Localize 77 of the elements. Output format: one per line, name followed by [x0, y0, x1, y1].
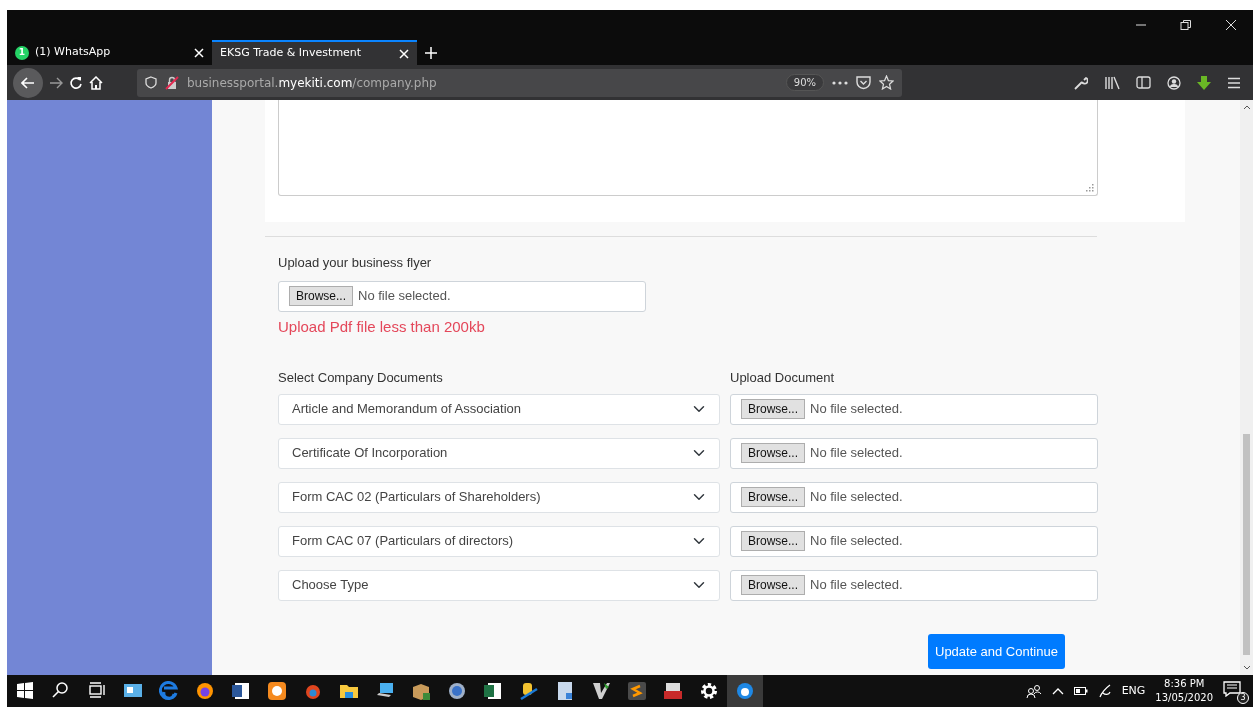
document-type-dropdown[interactable]: Article and Memorandum of Association — [278, 393, 720, 425]
file-status-text: No file selected. — [810, 400, 903, 419]
file-status-text: No file selected. — [810, 444, 903, 463]
back-arrow-icon — [21, 76, 35, 89]
browser-tab[interactable]: 1 (1) WhatsApp — [7, 40, 212, 65]
file-status-text: No file selected. — [810, 576, 903, 595]
language-indicator[interactable]: ENG — [1121, 682, 1146, 700]
insecure-lock-icon — [165, 75, 179, 90]
scroll-up-icon[interactable] — [1242, 104, 1251, 110]
people-icon[interactable] — [1025, 684, 1042, 698]
file-status-text: No file selected. — [810, 488, 903, 507]
reload-icon[interactable] — [69, 75, 83, 90]
more-dots-icon[interactable] — [832, 80, 848, 85]
file-input-field[interactable]: Browse... No file selected. — [730, 569, 1098, 601]
library-icon[interactable] — [1104, 75, 1120, 90]
document-viewer-icon[interactable] — [555, 681, 575, 701]
star-icon[interactable] — [879, 75, 894, 90]
field-label: Upload Document — [730, 369, 835, 387]
resize-grip-icon[interactable] — [1086, 184, 1094, 192]
menu-icon[interactable] — [1227, 76, 1241, 89]
browse-button[interactable]: Browse... — [741, 399, 805, 419]
toolbox-icon[interactable] — [663, 681, 683, 701]
notification-count-badge: 3 — [1237, 692, 1249, 704]
address-bar[interactable]: businessportal.myekiti.com/company.php 90% — [137, 68, 902, 97]
forward-arrow-icon[interactable] — [49, 76, 63, 89]
tab-title: (1) WhatsApp — [35, 44, 112, 61]
file-input-field[interactable]: Browse... No file selected. — [730, 481, 1098, 513]
field-label: Upload your business flyer — [278, 254, 433, 272]
browser-e-icon[interactable] — [159, 681, 179, 701]
scrollbar[interactable] — [1240, 100, 1253, 675]
battery-icon[interactable] — [1073, 687, 1088, 695]
document-type-dropdown[interactable]: Form CAC 07 (Particulars of directors) — [278, 525, 720, 557]
restore-icon[interactable] — [1178, 19, 1193, 31]
close-icon[interactable] — [194, 47, 204, 58]
browse-button[interactable]: Browse... — [741, 531, 805, 551]
hint-text: Upload Pdf file less than 200kb — [278, 316, 486, 337]
browse-button[interactable]: Browse... — [741, 443, 805, 463]
sidebar-icon[interactable] — [1136, 76, 1151, 89]
new-tab-icon[interactable] — [425, 46, 437, 59]
shield-icon — [145, 76, 157, 89]
update-continue-button[interactable]: Update and Continue — [928, 633, 1065, 669]
document-type-dropdown[interactable]: Certificate Of Incorporation — [278, 437, 720, 469]
clock-time[interactable]: 8:36 PM — [1155, 677, 1213, 691]
file-status-text: No file selected. — [358, 287, 451, 306]
task-view-icon[interactable] — [87, 681, 107, 701]
browse-button[interactable]: Browse... — [289, 286, 353, 306]
download-arrow-icon[interactable] — [1197, 75, 1211, 90]
document-type-dropdown[interactable]: Choose Type — [278, 569, 720, 601]
scrollbar-thumb[interactable] — [1243, 434, 1250, 655]
file-status-text: No file selected. — [810, 532, 903, 551]
pen-icon[interactable] — [1097, 684, 1112, 698]
close-icon[interactable] — [1223, 19, 1238, 31]
package-box-icon[interactable] — [411, 681, 431, 701]
field-label: Select Company Documents — [278, 369, 444, 387]
start-windows-icon[interactable] — [15, 681, 35, 701]
pocket-icon[interactable] — [856, 75, 871, 90]
browser-tab[interactable]: EKSG Trade & Investment — [212, 40, 417, 65]
account-icon[interactable] — [1167, 75, 1181, 90]
notification-center-icon[interactable] — [1223, 681, 1241, 697]
close-icon[interactable] — [399, 48, 409, 59]
gear-icon[interactable] — [699, 681, 719, 701]
back-button[interactable] — [13, 67, 43, 98]
zoom-level-button[interactable]: 90% — [785, 74, 824, 91]
browse-button[interactable]: Browse... — [741, 487, 805, 507]
file-input-field[interactable]: Browse... No file selected. — [730, 437, 1098, 469]
clock-date[interactable]: 13/05/2020 — [1155, 691, 1213, 705]
tab-title: EKSG Trade & Investment — [220, 45, 363, 62]
file-input-field[interactable]: Browse... No file selected. — [730, 525, 1098, 557]
notification-badge: 1 — [15, 45, 29, 60]
scroll-down-icon[interactable] — [1242, 665, 1251, 671]
home-icon[interactable] — [89, 75, 103, 90]
file-input-field[interactable]: Browse... No file selected. — [730, 393, 1098, 425]
document-type-dropdown[interactable]: Form CAC 02 (Particulars of Shareholders) — [278, 481, 720, 513]
browse-button[interactable]: Browse... — [741, 575, 805, 595]
chevron-up-icon[interactable] — [1051, 687, 1064, 695]
file-input-field[interactable]: Browse... No file selected. — [278, 280, 646, 312]
url-text: businessportal.myekiti.com/company.php — [187, 74, 438, 92]
